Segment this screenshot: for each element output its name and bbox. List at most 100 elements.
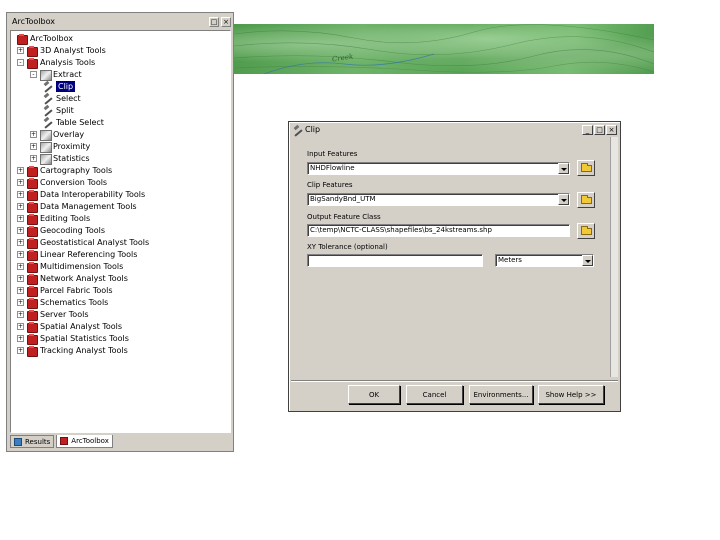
- toolbox-tree[interactable]: ArcToolbox +3D Analyst Tools - Analysis Too…: [10, 30, 231, 433]
- tree-item-label: Editing Tools: [40, 213, 91, 223]
- tool-hammer-icon: [43, 82, 53, 91]
- output-browse-button[interactable]: [577, 223, 595, 239]
- tree-item[interactable]: - Analysis Tools: [17, 56, 96, 69]
- dialog-scroll-area[interactable]: [610, 137, 618, 377]
- minimize-button[interactable]: _: [582, 125, 593, 135]
- expand-icon[interactable]: +: [17, 322, 24, 330]
- expand-icon[interactable]: +: [17, 274, 24, 282]
- tree-item[interactable]: + Spatial Analyst Tools: [17, 320, 123, 333]
- toolbox-icon: [27, 225, 38, 237]
- tree-item[interactable]: + Geocoding Tools: [17, 224, 105, 237]
- dropdown-arrow-icon[interactable]: [558, 163, 569, 174]
- close-button[interactable]: ×: [606, 125, 617, 135]
- expand-icon[interactable]: +: [17, 286, 24, 294]
- expand-icon[interactable]: +: [17, 178, 24, 186]
- folder-icon: [581, 163, 592, 172]
- units-combo[interactable]: Meters: [495, 254, 594, 267]
- expand-icon[interactable]: +: [17, 226, 24, 234]
- expand-icon[interactable]: +: [17, 190, 24, 198]
- tree-item[interactable]: Clip: [43, 80, 76, 92]
- tree-item[interactable]: + Statistics: [30, 152, 90, 165]
- expand-icon[interactable]: +: [17, 310, 24, 318]
- tree-item[interactable]: + Conversion Tools: [17, 176, 107, 189]
- tree-item-label: Multidimension Tools: [40, 261, 124, 271]
- tab-results[interactable]: Results: [10, 435, 55, 448]
- collapse-icon[interactable]: -: [17, 58, 24, 66]
- tree-item[interactable]: + Tracking Analyst Tools: [17, 344, 128, 357]
- maximize-button[interactable]: □: [594, 125, 605, 135]
- tree-item-label: Analysis Tools: [40, 57, 96, 67]
- expand-icon[interactable]: +: [17, 334, 24, 342]
- expand-icon[interactable]: +: [17, 238, 24, 246]
- tree-item[interactable]: Table Select: [43, 116, 104, 128]
- expand-icon[interactable]: +: [17, 166, 24, 174]
- dropdown-arrow-icon[interactable]: [582, 255, 593, 266]
- input-features-combo[interactable]: NHDFlowline: [307, 162, 570, 175]
- toolbox-icon: [27, 249, 38, 261]
- input-features-value: NHDFlowline: [310, 164, 355, 172]
- environments-button[interactable]: Environments...: [469, 385, 533, 404]
- tree-item[interactable]: + Linear Referencing Tools: [17, 248, 137, 261]
- tree-item-label: Spatial Analyst Tools: [40, 321, 123, 331]
- tool-hammer-icon: [43, 106, 53, 115]
- arctoolbox-window: ArcToolbox □ × ArcToolbox +3D Analyst Too…: [6, 12, 234, 452]
- show-help-button[interactable]: Show Help >>: [538, 385, 604, 404]
- clip-features-browse-button[interactable]: [577, 192, 595, 208]
- collapse-icon[interactable]: -: [30, 70, 37, 78]
- clip-features-combo[interactable]: BigSandyBnd_UTM: [307, 193, 570, 206]
- clip-tool-icon: [293, 126, 303, 135]
- xy-tolerance-input[interactable]: [307, 254, 483, 267]
- expand-icon[interactable]: +: [17, 262, 24, 270]
- tree-item-label: Proximity: [53, 141, 91, 151]
- dropdown-arrow-icon[interactable]: [558, 194, 569, 205]
- tab-label: Results: [25, 437, 51, 446]
- toolbox-icon: [27, 273, 38, 285]
- tree-item[interactable]: + Schematics Tools: [17, 296, 108, 309]
- tree-item[interactable]: +3D Analyst Tools: [17, 44, 106, 57]
- tree-item[interactable]: + Data Interoperability Tools: [17, 188, 146, 201]
- tree-item[interactable]: + Editing Tools: [17, 212, 91, 225]
- input-features-browse-button[interactable]: [577, 160, 595, 176]
- tab-arctoolbox[interactable]: ArcToolbox: [56, 435, 113, 448]
- tree-item[interactable]: Select: [43, 92, 81, 104]
- tree-item[interactable]: + Network Analyst Tools: [17, 272, 128, 285]
- tree-item[interactable]: + Proximity: [30, 140, 91, 153]
- output-feature-class-input[interactable]: C:\temp\NCTC-CLASS\shapefiles\bs_24kstre…: [307, 224, 570, 237]
- ok-button[interactable]: OK: [348, 385, 400, 404]
- results-icon: [14, 437, 22, 446]
- expand-icon[interactable]: +: [30, 130, 37, 138]
- tree-item[interactable]: + Server Tools: [17, 308, 88, 321]
- pin-button[interactable]: □: [209, 17, 219, 27]
- tool-hammer-icon: [43, 94, 53, 103]
- tree-item[interactable]: + Parcel Fabric Tools: [17, 284, 113, 297]
- expand-icon[interactable]: +: [17, 346, 24, 354]
- tree-item[interactable]: + Overlay: [30, 128, 85, 141]
- tree-item[interactable]: + Multidimension Tools: [17, 260, 124, 273]
- tree-item[interactable]: - Extract: [30, 68, 82, 81]
- close-button[interactable]: ×: [221, 17, 231, 27]
- tab-label: ArcToolbox: [71, 437, 109, 445]
- units-value: Meters: [498, 256, 522, 264]
- tree-item[interactable]: + Geostatistical Analyst Tools: [17, 236, 150, 249]
- toolbox-icon: [27, 345, 38, 357]
- expand-icon[interactable]: +: [30, 142, 37, 150]
- expand-icon[interactable]: +: [17, 298, 24, 306]
- toolset-icon: [40, 141, 52, 153]
- expand-icon[interactable]: +: [30, 154, 37, 162]
- tree-item[interactable]: + Spatial Statistics Tools: [17, 332, 129, 345]
- tree-item[interactable]: ArcToolbox: [17, 32, 73, 45]
- tree-item-label: Geostatistical Analyst Tools: [40, 237, 150, 247]
- tree-item-label: Overlay: [53, 129, 85, 139]
- expand-icon[interactable]: +: [17, 46, 24, 54]
- expand-icon[interactable]: +: [17, 202, 24, 210]
- xy-tolerance-label: XY Tolerance (optional): [307, 243, 388, 251]
- tree-item[interactable]: Split: [43, 104, 74, 116]
- input-features-label: Input Features: [307, 150, 358, 158]
- tree-item[interactable]: + Cartography Tools: [17, 164, 112, 177]
- expand-icon[interactable]: +: [17, 214, 24, 222]
- tree-item-label: Data Interoperability Tools: [40, 189, 146, 199]
- expand-icon[interactable]: +: [17, 250, 24, 258]
- cancel-button[interactable]: Cancel: [406, 385, 463, 404]
- tree-item-label: Split: [56, 105, 74, 115]
- tree-item[interactable]: + Data Management Tools: [17, 200, 137, 213]
